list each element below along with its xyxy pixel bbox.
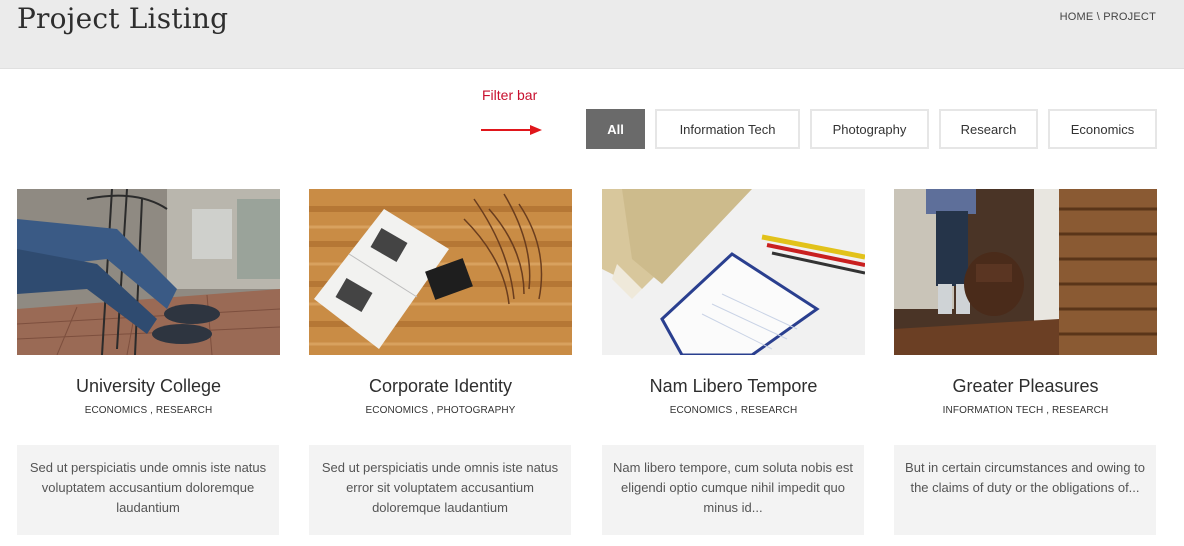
project-description: But in certain circumstances and owing t… xyxy=(894,445,1156,535)
breadcrumb-separator: \ xyxy=(1093,11,1104,23)
project-image-person-sitting[interactable] xyxy=(17,189,280,355)
project-title[interactable]: Nam Libero Tempore xyxy=(602,376,865,397)
filter-research-button[interactable]: Research xyxy=(939,109,1038,149)
project-card[interactable]: University College ECONOMICS , RESEARCH … xyxy=(17,189,280,535)
project-description: Nam libero tempore, cum soluta nobis est… xyxy=(602,445,864,535)
project-card[interactable]: Nam Libero Tempore ECONOMICS , RESEARCH … xyxy=(602,189,865,535)
project-card[interactable]: Greater Pleasures INFORMATION TECH , RES… xyxy=(894,189,1157,535)
project-image-open-book[interactable] xyxy=(309,189,572,355)
project-tags: ECONOMICS , PHOTOGRAPHY xyxy=(365,405,516,416)
filter-bar-annotation-label: Filter bar xyxy=(482,87,538,103)
annotation-arrow-icon xyxy=(481,125,542,135)
breadcrumb-current: PROJECT xyxy=(1103,11,1156,23)
filter-information-tech-button[interactable]: Information Tech xyxy=(655,109,800,149)
project-image-backpack-stairs[interactable] xyxy=(894,189,1157,355)
breadcrumb-home-link[interactable]: HOME xyxy=(1060,11,1094,23)
project-description: Sed ut perspiciatis unde omnis iste natu… xyxy=(309,445,571,535)
project-tags: ECONOMICS , RESEARCH xyxy=(84,405,213,416)
filter-all-button[interactable]: All xyxy=(586,109,645,149)
project-tags: INFORMATION TECH , RESEARCH xyxy=(942,405,1109,416)
project-image-notebook[interactable] xyxy=(602,189,865,355)
filter-economics-button[interactable]: Economics xyxy=(1048,109,1157,149)
page-title: Project Listing xyxy=(17,2,229,35)
project-description: Sed ut perspiciatis unde omnis iste natu… xyxy=(17,445,279,535)
project-card[interactable]: Corporate Identity ECONOMICS , PHOTOGRAP… xyxy=(309,189,572,535)
project-tags: ECONOMICS , RESEARCH xyxy=(669,405,798,416)
page-header: Project Listing HOME \ PROJECT xyxy=(0,0,1184,69)
project-title[interactable]: University College xyxy=(17,376,280,397)
breadcrumb: HOME \ PROJECT xyxy=(1060,11,1156,23)
project-title[interactable]: Greater Pleasures xyxy=(894,376,1157,397)
project-title[interactable]: Corporate Identity xyxy=(309,376,572,397)
filter-photography-button[interactable]: Photography xyxy=(810,109,929,149)
